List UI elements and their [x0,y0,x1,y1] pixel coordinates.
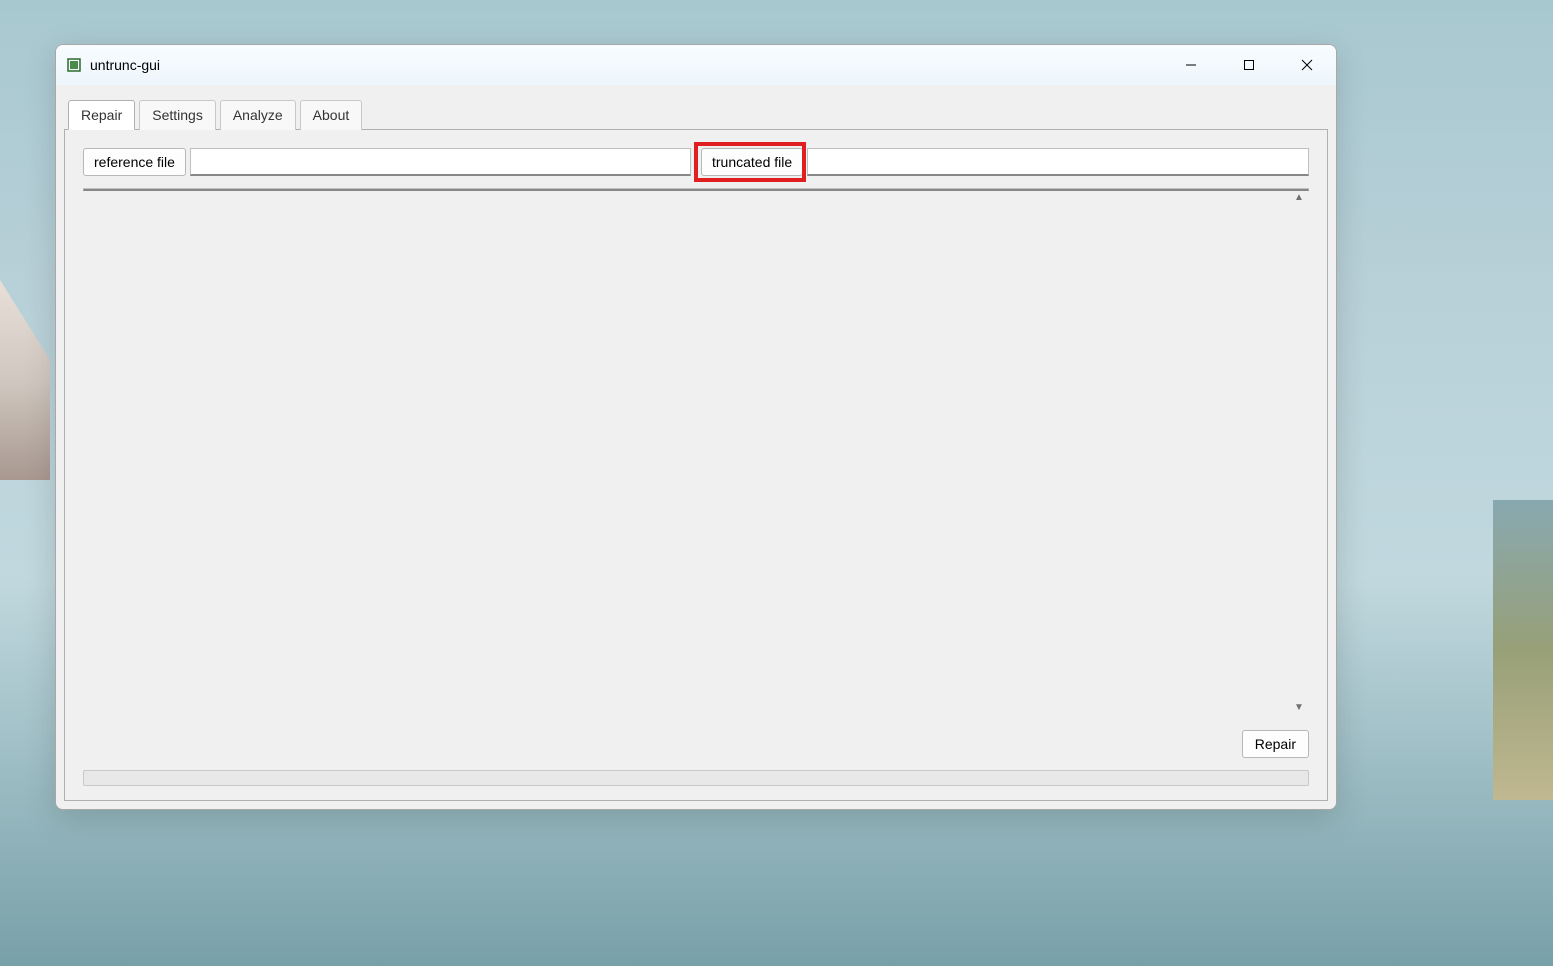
output-wrapper: ▲ ▼ [83,188,1309,718]
output-textarea[interactable] [83,188,1309,191]
tab-settings[interactable]: Settings [139,100,216,130]
progress-bar [83,770,1309,786]
minimize-button[interactable] [1162,45,1220,85]
window-controls [1162,45,1336,85]
tab-bar: Repair Settings Analyze About [64,85,1328,129]
window-content: Repair Settings Analyze About reference … [56,85,1336,809]
tab-analyze[interactable]: Analyze [220,100,296,130]
app-icon [66,57,82,73]
repair-panel: reference file truncated file ▲ ▼ Repair [64,129,1328,801]
tab-about[interactable]: About [300,100,363,130]
truncated-file-group: truncated file [701,148,1309,176]
truncated-file-button[interactable]: truncated file [701,148,803,176]
repair-button[interactable]: Repair [1242,730,1309,758]
file-picker-row: reference file truncated file [83,148,1309,176]
window-title: untrunc-gui [90,57,160,73]
desktop-background-right [1493,500,1553,800]
close-button[interactable] [1278,45,1336,85]
reference-file-group: reference file [83,148,691,176]
truncated-file-input[interactable] [807,148,1309,176]
app-window: untrunc-gui Repair Settings Analyze Abou… [55,44,1337,810]
desktop-background-left [0,280,50,480]
reference-file-button[interactable]: reference file [83,148,186,176]
tab-repair[interactable]: Repair [68,100,135,130]
action-row: Repair [83,730,1309,758]
reference-file-input[interactable] [190,148,691,176]
titlebar[interactable]: untrunc-gui [56,45,1336,85]
scroll-down-icon: ▼ [1294,702,1306,714]
maximize-button[interactable] [1220,45,1278,85]
scroll-up-icon: ▲ [1294,192,1306,204]
